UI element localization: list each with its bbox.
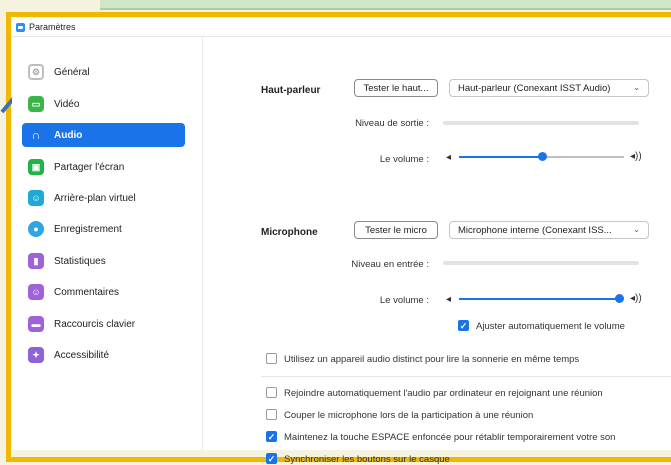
microphone-volume-slider[interactable]	[459, 293, 624, 305]
sidebar-item-label: Accessibilité	[54, 349, 110, 361]
video-icon: ▭	[28, 96, 44, 112]
auto-join-audio-checkbox[interactable]	[266, 387, 277, 398]
record-icon: ●	[28, 221, 44, 237]
sidebar-item-virtual-background[interactable]: ☺ Arrière-plan virtuel	[22, 186, 185, 210]
settings-window: Paramètres ⚙ Général ▭ Vidéo ∩ Audio ▣ P…	[12, 18, 671, 465]
sidebar: ⚙ Général ▭ Vidéo ∩ Audio ▣ Partager l'é…	[12, 37, 203, 450]
sidebar-item-label: Partager l'écran	[54, 161, 125, 173]
sidebar-item-label: Arrière-plan virtuel	[54, 192, 136, 204]
chevron-down-icon: ⌄	[633, 225, 640, 234]
mute-on-join-label: Couper le microphone lors de la particip…	[284, 410, 534, 421]
sidebar-item-general[interactable]: ⚙ Général	[22, 60, 185, 84]
headphones-icon: ∩	[31, 128, 41, 142]
title-bar: Paramètres	[12, 18, 671, 37]
feedback-icon: ☺	[28, 284, 44, 300]
sidebar-item-label: Raccourcis clavier	[54, 318, 136, 330]
sidebar-item-statistics[interactable]: ▮ Statistiques	[22, 249, 185, 273]
separate-ringtone-device-label: Utilisez un appareil audio distinct pour…	[284, 354, 580, 365]
speaker-label: Haut-parleur	[261, 85, 321, 96]
speaker-device-value: Haut-parleur (Conexant ISST Audio)	[458, 82, 611, 94]
sidebar-item-label: Statistiques	[54, 255, 106, 267]
separate-ringtone-device-checkbox[interactable]	[266, 353, 277, 364]
space-to-unmute-label: Maintenez la touche ESPACE enfoncée pour…	[284, 432, 616, 443]
chevron-down-icon: ⌄	[633, 83, 640, 92]
sidebar-item-label: Vidéo	[54, 98, 80, 110]
virtual-background-icon: ☺	[28, 190, 44, 206]
microphone-high-icon: ◂))	[630, 293, 642, 304]
top-band	[100, 0, 671, 10]
keyboard-icon: ▬	[28, 316, 44, 332]
speaker-device-select[interactable]: Haut-parleur (Conexant ISST Audio) ⌄	[449, 79, 649, 97]
sidebar-item-feedback[interactable]: ☺ Commentaires	[22, 280, 185, 304]
zoom-app-icon	[16, 22, 25, 32]
auto-adjust-volume-checkbox[interactable]: ✓	[458, 320, 469, 331]
output-level-meter	[443, 121, 639, 125]
window-title: Paramètres	[29, 22, 76, 32]
sidebar-item-share-screen[interactable]: ▣ Partager l'écran	[22, 155, 185, 179]
audio-settings-panel: Haut-parleur Tester le haut... Haut-parl…	[203, 37, 671, 465]
speaker-high-icon: ◂))	[630, 151, 642, 162]
speaker-volume-label: Le volume :	[379, 154, 429, 165]
microphone-device-select[interactable]: Microphone interne (Conexant ISS... ⌄	[449, 221, 649, 239]
input-level-label: Niveau en entrée :	[351, 259, 429, 270]
sidebar-item-label: Audio	[54, 129, 83, 141]
sync-headset-buttons-label: Synchroniser les boutons sur le casque	[284, 454, 450, 465]
output-level-label: Niveau de sortie :	[355, 118, 429, 129]
test-speaker-button[interactable]: Tester le haut...	[354, 79, 438, 97]
sidebar-item-recording[interactable]: ● Enregistrement	[22, 217, 185, 241]
input-level-meter	[443, 261, 639, 265]
microphone-device-value: Microphone interne (Conexant ISS...	[458, 224, 612, 236]
sidebar-item-label: Général	[54, 66, 90, 78]
space-to-unmute-checkbox[interactable]: ✓	[266, 431, 277, 442]
sidebar-item-label: Enregistrement	[54, 223, 122, 235]
sidebar-item-video[interactable]: ▭ Vidéo	[22, 92, 185, 116]
gear-icon: ⚙	[28, 64, 44, 80]
microphone-low-icon: ◂	[446, 294, 452, 305]
sidebar-item-label: Commentaires	[54, 286, 120, 298]
slider-fill	[459, 298, 619, 300]
microphone-label: Microphone	[261, 227, 318, 238]
mute-on-join-checkbox[interactable]	[266, 409, 277, 420]
accessibility-icon: ✦	[28, 347, 44, 363]
statistics-icon: ▮	[28, 253, 44, 269]
sidebar-item-accessibility[interactable]: ✦ Accessibilité	[22, 343, 185, 367]
divider	[261, 376, 671, 377]
share-screen-icon: ▣	[28, 159, 44, 175]
slider-knob[interactable]	[538, 152, 547, 161]
slider-knob[interactable]	[615, 294, 624, 303]
auto-adjust-volume-label: Ajuster automatiquement le volume	[476, 321, 625, 332]
slider-fill	[459, 156, 542, 158]
microphone-volume-label: Le volume :	[379, 295, 429, 306]
auto-join-audio-label: Rejoindre automatiquement l'audio par or…	[284, 388, 603, 399]
speaker-low-icon: ◂	[446, 152, 452, 163]
test-microphone-button[interactable]: Tester le micro	[354, 221, 438, 239]
speaker-volume-slider[interactable]	[459, 151, 624, 163]
sync-headset-buttons-checkbox[interactable]: ✓	[266, 453, 277, 464]
sidebar-item-audio[interactable]: ∩ Audio	[22, 123, 185, 147]
sidebar-item-keyboard-shortcuts[interactable]: ▬ Raccourcis clavier	[22, 312, 185, 336]
